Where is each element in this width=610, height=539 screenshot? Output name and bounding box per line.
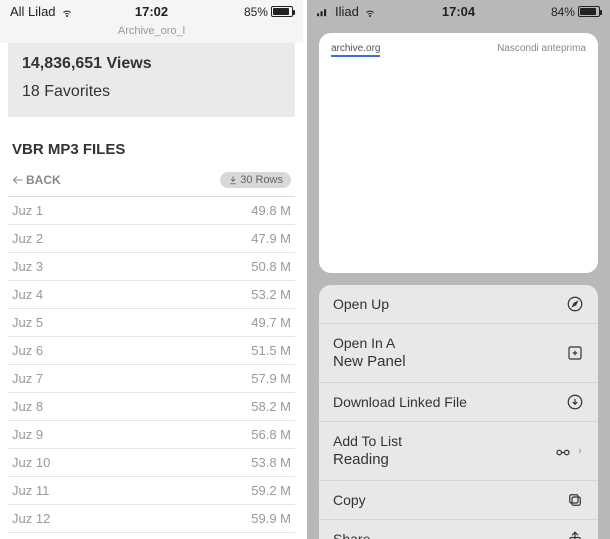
- file-name: Juz 11: [12, 483, 49, 498]
- file-size: 53.2 M: [251, 287, 291, 302]
- hide-preview-link[interactable]: Nascondi anteprima: [497, 43, 586, 263]
- menu-item-plus-square[interactable]: Open In ANew Panel: [319, 324, 598, 383]
- back-button[interactable]: BACK: [12, 173, 61, 187]
- right-content: archive.org Nascondi anteprima Open UpOp…: [307, 23, 610, 539]
- preview-title: archive.org: [331, 43, 380, 57]
- file-name: Juz 5: [12, 315, 43, 330]
- wifi-icon: [60, 6, 74, 18]
- file-list: Juz 1 49.8 M Juz 2 47.9 M Juz 3 50.8 M Juz 4 53…: [8, 197, 295, 539]
- carrier-label: Iliad: [335, 4, 359, 19]
- file-size: 59.9 M: [251, 511, 291, 526]
- file-name: Juz 7: [12, 371, 43, 386]
- clock-label: 17:02: [104, 4, 198, 19]
- menu-label: Add To ListReading: [333, 432, 402, 470]
- file-name: Juz 4: [12, 287, 43, 302]
- file-row[interactable]: Juz 4 53.2 M: [8, 281, 295, 309]
- menu-item-glasses[interactable]: Add To ListReading: [319, 422, 598, 481]
- file-size: 53.8 M: [251, 455, 291, 470]
- file-name: Juz 6: [12, 343, 43, 358]
- preview-card[interactable]: archive.org Nascondi anteprima: [319, 33, 598, 273]
- file-size: 47.9 M: [251, 231, 291, 246]
- file-row[interactable]: Juz 11 59.2 M: [8, 477, 295, 505]
- menu-sublabel: New Panel: [333, 352, 406, 372]
- page-title: Archive_oro_l: [0, 23, 303, 43]
- file-row[interactable]: Juz 3 50.8 M: [8, 253, 295, 281]
- menu-label: Download Linked File: [333, 393, 467, 411]
- battery-icon: [271, 6, 293, 17]
- back-label: BACK: [26, 173, 61, 187]
- file-row[interactable]: Juz 7 57.9 M: [8, 365, 295, 393]
- glasses-icon: [554, 442, 572, 460]
- wifi-icon: [363, 6, 377, 18]
- back-arrow-icon: [12, 174, 24, 186]
- share-icon: [566, 530, 584, 539]
- clock-label: 17:04: [411, 4, 505, 19]
- file-size: 58.2 M: [251, 399, 291, 414]
- battery-percent: 85%: [244, 5, 268, 19]
- file-name: Juz 2: [12, 231, 43, 246]
- file-row[interactable]: Juz 12 59.9 M: [8, 505, 295, 533]
- file-row[interactable]: Juz 9 56.8 M: [8, 421, 295, 449]
- menu-label: Open Up: [333, 295, 389, 313]
- status-bar-left: All Lilad 17:02 85%: [0, 0, 303, 23]
- chevron-right-icon: [576, 444, 584, 458]
- status-bar-right: Iliad 17:04 84%: [307, 0, 610, 23]
- file-size: 51.5 M: [251, 343, 291, 358]
- phone-right: Iliad 17:04 84% archive.org Nascondi ant…: [307, 0, 610, 539]
- file-size: 59.2 M: [251, 483, 291, 498]
- file-name: Juz 12: [12, 511, 50, 526]
- signal-icon: [317, 7, 331, 17]
- download-icon: [566, 393, 584, 411]
- context-menu: Open Up Open In ANew Panel Download Linked…: [319, 285, 598, 539]
- file-size: 49.8 M: [251, 203, 291, 218]
- menu-item-copy[interactable]: Copy: [319, 481, 598, 520]
- download-icon: [228, 175, 238, 185]
- phone-left: All Lilad 17:02 85% Archive_oro_l 14,836…: [0, 0, 303, 539]
- favorites-count: 18 Favorites: [22, 83, 281, 101]
- menu-item-download[interactable]: Download Linked File: [319, 383, 598, 422]
- file-name: Juz 1: [12, 203, 43, 218]
- file-size: 50.8 M: [251, 259, 291, 274]
- file-name: Juz 10: [12, 455, 50, 470]
- views-count: 14,836,651 Views: [22, 55, 152, 72]
- menu-item-compass[interactable]: Open Up: [319, 285, 598, 324]
- file-size: 57.9 M: [251, 371, 291, 386]
- section-header: VBR MP3 FILES: [8, 135, 295, 168]
- file-row[interactable]: Juz 1 49.8 M: [8, 197, 295, 225]
- file-row[interactable]: Juz 1358.7 M: [8, 533, 295, 539]
- battery-icon: [578, 6, 600, 17]
- file-name: Juz 3: [12, 259, 43, 274]
- file-size: 56.8 M: [251, 427, 291, 442]
- list-controls: BACK 30 Rows: [8, 168, 295, 197]
- stats-card: 14,836,651 Views 18 Favorites: [8, 43, 295, 117]
- file-row[interactable]: Juz 5 49.7 M: [8, 309, 295, 337]
- file-row[interactable]: Juz 10 53.8 M: [8, 449, 295, 477]
- file-row[interactable]: Juz 2 47.9 M: [8, 225, 295, 253]
- menu-label: Share...: [333, 530, 382, 539]
- menu-label: Open In ANew Panel: [333, 334, 406, 372]
- menu-label: Copy: [333, 491, 366, 509]
- file-name: Juz 8: [12, 399, 43, 414]
- carrier-label: All Lilad: [10, 4, 56, 19]
- compass-icon: [566, 295, 584, 313]
- file-row[interactable]: Juz 6 51.5 M: [8, 337, 295, 365]
- left-content: 14,836,651 Views 18 Favorites VBR MP3 FI…: [0, 43, 303, 539]
- plus-square-icon: [566, 344, 584, 362]
- battery-percent: 84%: [551, 5, 575, 19]
- rows-pill[interactable]: 30 Rows: [220, 172, 291, 188]
- copy-icon: [566, 491, 584, 509]
- file-row[interactable]: Juz 8 58.2 M: [8, 393, 295, 421]
- menu-item-share[interactable]: Share...: [319, 520, 598, 539]
- rows-label: 30 Rows: [240, 174, 283, 186]
- file-size: 49.7 M: [251, 315, 291, 330]
- file-name: Juz 9: [12, 427, 43, 442]
- menu-sublabel: Reading: [333, 450, 402, 470]
